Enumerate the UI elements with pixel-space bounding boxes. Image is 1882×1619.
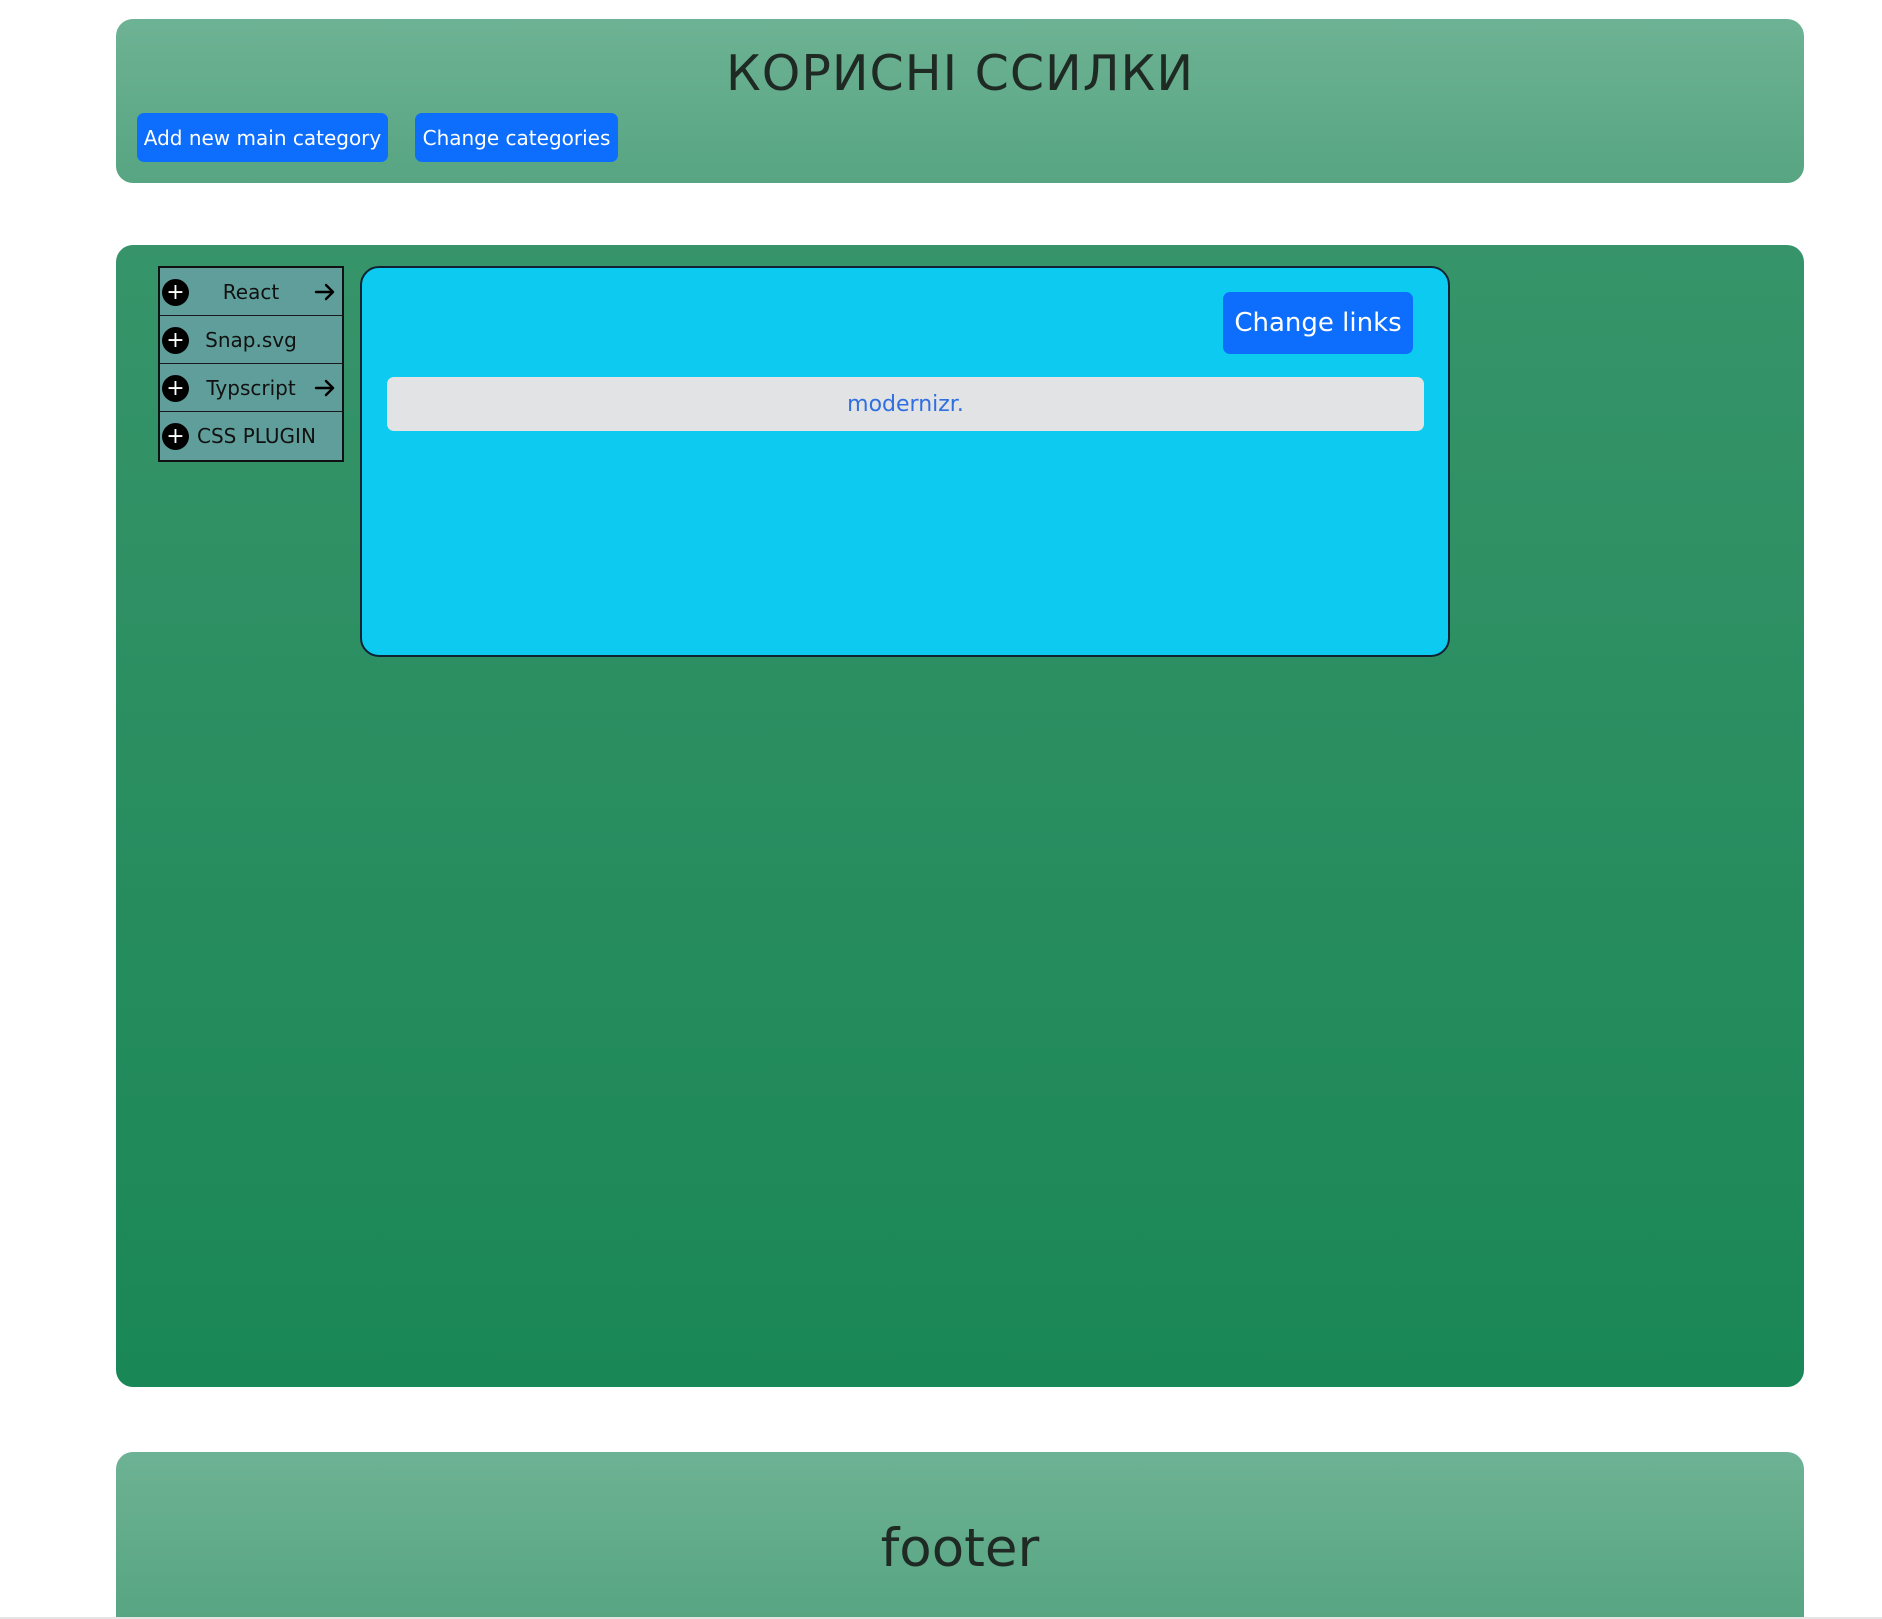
link-item-modernizr[interactable]: modernizr. <box>387 377 1424 431</box>
sidebar-item-typscript[interactable]: + Typscript <box>160 364 342 412</box>
sidebar-item-label: Snap.svg <box>205 327 297 352</box>
arrow-right-icon[interactable] <box>314 280 336 304</box>
plus-circle-icon[interactable]: + <box>162 423 189 450</box>
footer: footer <box>116 1452 1804 1619</box>
category-sidebar: + React + Snap.svg + Typscript + CSS PLU… <box>158 266 344 462</box>
arrow-right-icon[interactable] <box>314 376 336 400</box>
plus-circle-icon[interactable]: + <box>162 375 189 402</box>
footer-text: footer <box>880 1518 1040 1579</box>
main-content: + React + Snap.svg + Typscript + CSS PLU… <box>116 245 1804 1387</box>
sidebar-item-label: Typscript <box>206 375 296 400</box>
sidebar-item-label: CSS PLUGIN <box>197 424 316 448</box>
change-links-button[interactable]: Change links <box>1223 292 1413 354</box>
links-panel: Change links modernizr. <box>360 266 1450 657</box>
change-categories-button[interactable]: Change categories <box>415 113 618 162</box>
sidebar-item-snap-svg[interactable]: + Snap.svg <box>160 316 342 364</box>
plus-circle-icon[interactable]: + <box>162 279 189 306</box>
page-title: КОРИСНІ ССИЛКИ <box>725 45 1194 102</box>
sidebar-item-css-plugin[interactable]: + CSS PLUGIN <box>160 412 342 460</box>
sidebar-item-react[interactable]: + React <box>160 268 342 316</box>
sidebar-item-label: React <box>222 279 280 304</box>
header: КОРИСНІ ССИЛКИ Add new main category Cha… <box>116 19 1804 183</box>
add-main-category-button[interactable]: Add new main category <box>137 113 388 162</box>
plus-circle-icon[interactable]: + <box>162 327 189 354</box>
